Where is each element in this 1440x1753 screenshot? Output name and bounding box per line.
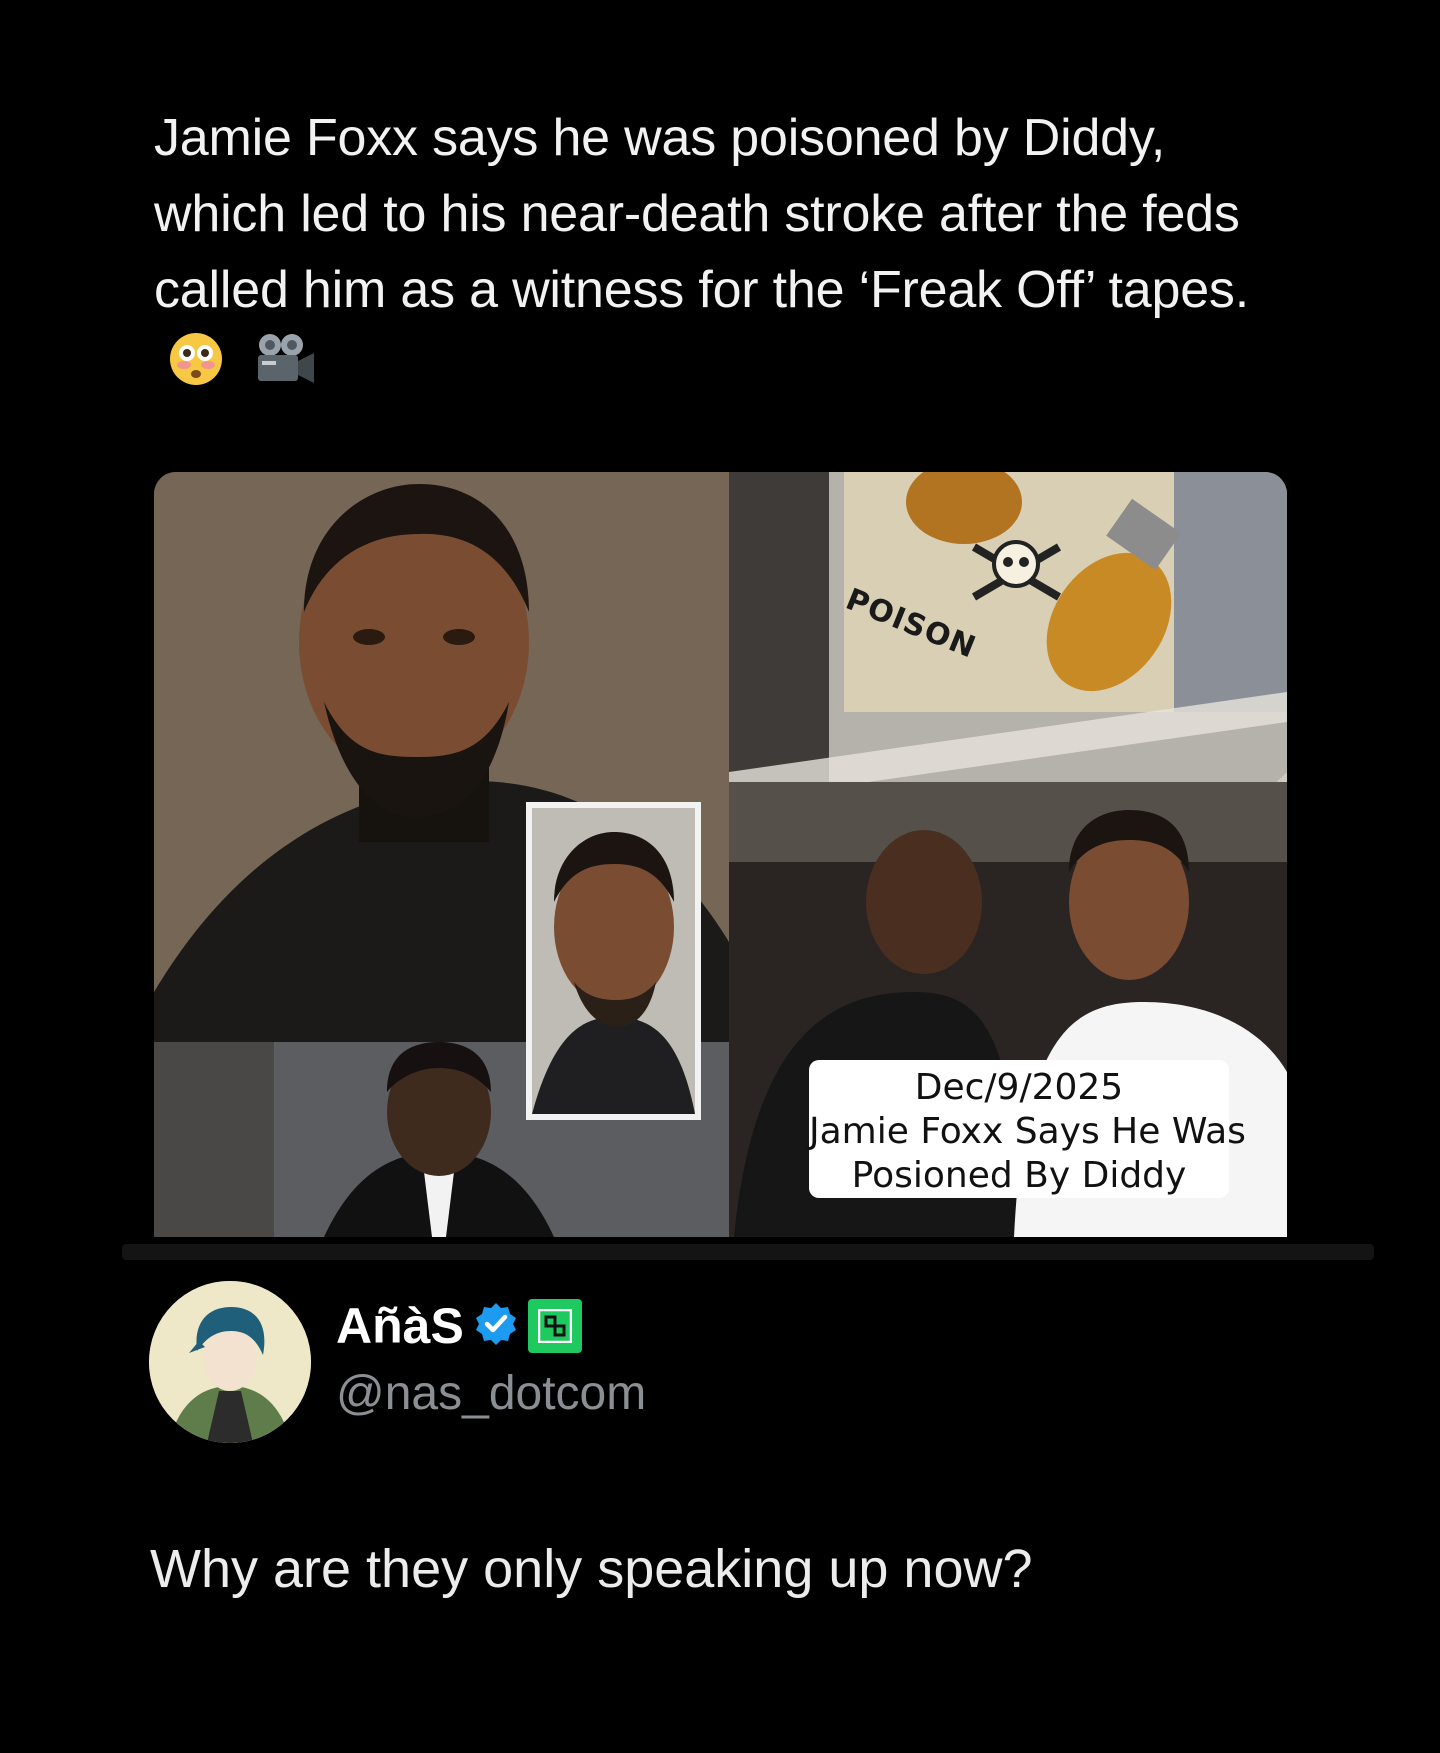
photo-diddy-face [866, 830, 982, 974]
verified-badge-icon [472, 1300, 520, 1353]
media-caption-box: Dec/9/2025 Jamie Foxx Says He Was Posion… [809, 1060, 1246, 1198]
caption-line-2: Posioned By Diddy [851, 1155, 1187, 1196]
caption-line-1: Jamie Foxx Says He Was [809, 1111, 1246, 1152]
caption-date: Dec/9/2025 [914, 1067, 1124, 1108]
display-name[interactable]: AñàS [336, 1297, 464, 1355]
display-name-row: AñàS [336, 1296, 582, 1356]
post-media-image[interactable]: POISON Dec/9/2025 Jamie Foxx Says He Was… [154, 472, 1287, 1237]
movie-camera-icon [252, 331, 316, 408]
user-handle[interactable]: @nas_dotcom [336, 1366, 646, 1421]
divider-bar [122, 1244, 1374, 1260]
avatar[interactable] [149, 1281, 311, 1443]
affiliate-badge-icon [527, 1299, 582, 1353]
post-body: Jamie Foxx says he was poisoned by Diddy… [154, 109, 1249, 319]
reply-text: Why are they only speaking up now? [150, 1539, 1033, 1599]
flushed-face-icon [168, 331, 224, 408]
post-text: Jamie Foxx says he was poisoned by Diddy… [154, 100, 1294, 408]
